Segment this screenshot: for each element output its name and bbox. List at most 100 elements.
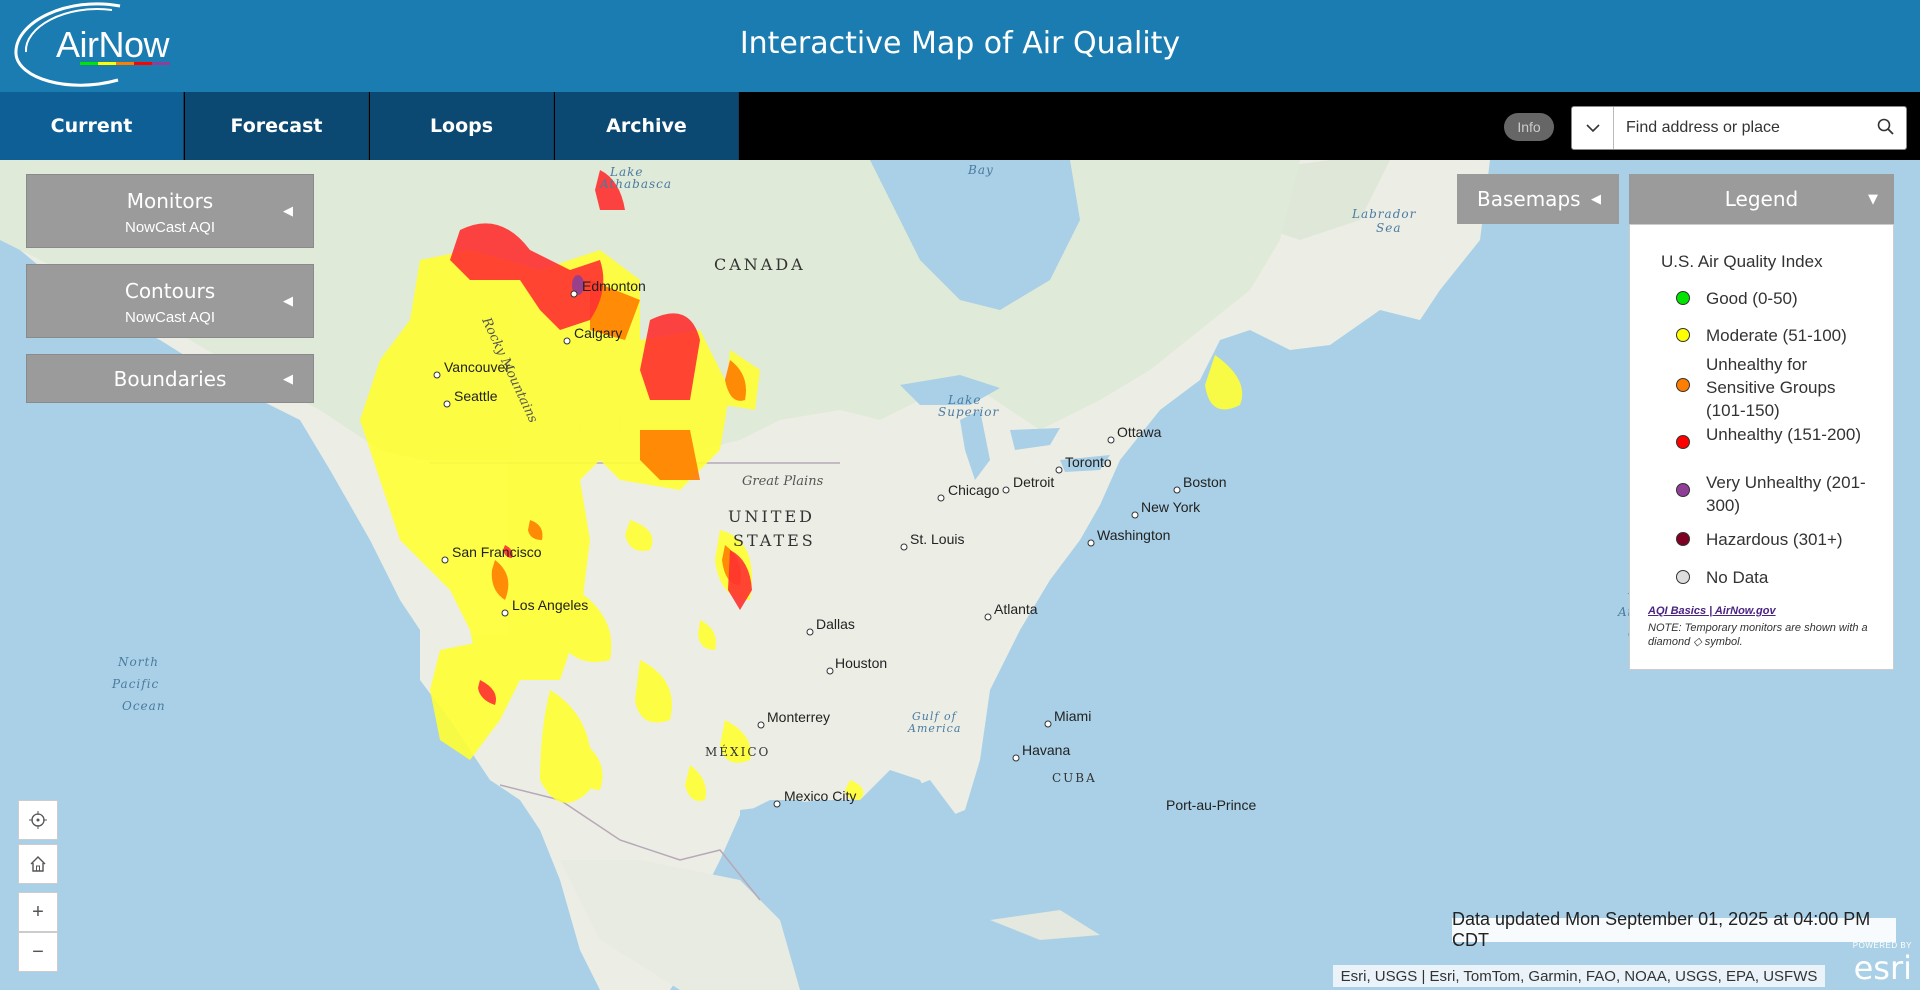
svg-text:Havana: Havana [1022, 742, 1070, 758]
svg-text:Atlanta: Atlanta [994, 601, 1038, 617]
legend-item-label: Unhealthy for Sensitive Groups (101-150) [1706, 355, 1836, 420]
legend-item-label: Hazardous (301+) [1706, 530, 1843, 549]
legend-panel: U.S. Air Quality Index Good (0-50) Moder… [1629, 224, 1894, 670]
svg-text:Bay: Bay [967, 163, 994, 177]
svg-text:Dallas: Dallas [816, 616, 855, 632]
svg-text:Miami: Miami [1054, 708, 1091, 724]
svg-text:Houston: Houston [835, 655, 887, 671]
aqi-swatch [1676, 291, 1690, 305]
caret-left-icon: ◀ [283, 203, 293, 218]
caret-left-icon: ◀ [283, 293, 293, 308]
search-input[interactable]: Find address or place [1626, 119, 1780, 137]
caret-left-icon: ◀ [283, 370, 293, 386]
svg-text:UNITED: UNITED [728, 507, 815, 526]
aqi-swatch [1676, 435, 1690, 449]
tab-loops[interactable]: Loops [370, 92, 554, 160]
legend-item-label: Unhealthy (151-200) [1706, 425, 1861, 444]
info-button[interactable]: Info [1504, 113, 1554, 141]
search-icon[interactable] [1876, 117, 1896, 142]
aqi-swatch [1676, 328, 1690, 342]
tab-forecast[interactable]: Forecast [185, 92, 369, 160]
svg-text:Chicago: Chicago [948, 482, 1000, 498]
legend-item: Moderate (51-100) [1676, 324, 1866, 347]
svg-text:Sea: Sea [1376, 221, 1401, 235]
svg-text:Calgary: Calgary [574, 325, 622, 341]
basemaps-button[interactable]: Basemaps ◀ [1457, 174, 1619, 224]
svg-text:Boston: Boston [1183, 474, 1227, 490]
esri-logo: POWERED BY esri [1836, 941, 1916, 987]
svg-text:Seattle: Seattle [454, 388, 498, 404]
zoom-in-button[interactable]: + [18, 892, 58, 932]
search-source-dropdown[interactable] [1572, 107, 1614, 149]
legend-item: Unhealthy (151-200) [1676, 423, 1866, 449]
svg-text:Port-au-Prince: Port-au-Prince [1166, 797, 1256, 813]
svg-text:America: America [907, 722, 961, 735]
basemaps-label: Basemaps [1477, 187, 1581, 211]
caret-down-icon: ▼ [1868, 191, 1878, 207]
svg-text:Labrador: Labrador [1351, 207, 1417, 221]
home-button[interactable] [18, 844, 58, 884]
contours-title: Contours [124, 279, 216, 303]
legend-title: U.S. Air Quality Index [1661, 252, 1823, 271]
svg-text:STATES: STATES [733, 531, 816, 550]
home-icon [30, 856, 46, 872]
legend-item-label: Moderate (51-100) [1706, 326, 1847, 345]
contours-subtitle: NowCast AQI [124, 309, 216, 326]
svg-text:New York: New York [1141, 499, 1201, 515]
tab-archive[interactable]: Archive [555, 92, 739, 160]
tab-current[interactable]: Current [0, 92, 184, 160]
svg-text:North: North [117, 655, 159, 669]
svg-text:Athabasca: Athabasca [599, 177, 672, 191]
aqi-swatch [1676, 378, 1690, 392]
svg-text:San Francisco: San Francisco [452, 544, 542, 560]
contours-panel[interactable]: Contours NowCast AQI ◀ [26, 264, 314, 338]
legend-item-label: Good (0-50) [1706, 289, 1798, 308]
svg-text:Edmonton: Edmonton [582, 278, 646, 294]
chevron-down-icon [1585, 124, 1600, 133]
boundaries-panel[interactable]: Boundaries ◀ [26, 354, 314, 403]
svg-text:Washington: Washington [1097, 527, 1170, 543]
locate-icon [29, 811, 47, 829]
legend-item: No Data [1676, 566, 1866, 589]
app-header: AirNow Interactive Map of Air Quality [0, 0, 1920, 92]
svg-text:Pacific: Pacific [111, 677, 159, 691]
legend-header[interactable]: Legend ▼ [1629, 174, 1894, 224]
svg-text:Monterrey: Monterrey [767, 709, 830, 725]
legend-item: Good (0-50) [1676, 287, 1866, 310]
svg-text:Detroit: Detroit [1013, 474, 1054, 490]
legend-item-label: Very Unhealthy (201-300) [1706, 473, 1866, 515]
svg-text:Superior: Superior [938, 405, 1000, 419]
svg-text:MÉXICO: MÉXICO [705, 744, 770, 759]
locate-button[interactable] [18, 800, 58, 840]
legend-item: Hazardous (301+) [1676, 528, 1866, 551]
boundaries-title: Boundaries [113, 367, 227, 391]
svg-text:CUBA: CUBA [1052, 771, 1097, 785]
page-title: Interactive Map of Air Quality [739, 26, 1181, 61]
aqi-swatch [1676, 570, 1690, 584]
legend-header-label: Legend [1724, 187, 1799, 211]
svg-text:Toronto: Toronto [1065, 454, 1112, 470]
svg-text:Los Angeles: Los Angeles [512, 597, 588, 613]
legend-item: Very Unhealthy (201-300) [1676, 471, 1866, 517]
data-updated-text: Data updated Mon September 01, 2025 at 0… [1452, 909, 1896, 950]
zoom-out-button[interactable]: − [18, 932, 58, 972]
legend-item-label: No Data [1706, 568, 1769, 587]
legend-item: Unhealthy for Sensitive Groups (101-150) [1676, 353, 1866, 422]
aqi-basics-link[interactable]: AQI Basics | AirNow.gov [1648, 605, 1776, 617]
aqi-swatch [1676, 483, 1690, 497]
monitors-subtitle: NowCast AQI [124, 219, 216, 236]
legend-note: NOTE: Temporary monitors are shown with … [1648, 622, 1868, 648]
svg-text:Mexico City: Mexico City [784, 788, 856, 804]
svg-text:CANADA: CANADA [714, 255, 806, 274]
monitors-title: Monitors [126, 189, 214, 213]
esri-name: esri [1853, 949, 1912, 987]
caret-left-icon: ◀ [1591, 191, 1601, 207]
svg-text:Ottawa: Ottawa [1117, 424, 1162, 440]
svg-text:Great Plains: Great Plains [742, 474, 824, 489]
monitors-panel[interactable]: Monitors NowCast AQI ◀ [26, 174, 314, 248]
search-box[interactable]: Find address or place [1571, 106, 1907, 150]
svg-text:Ocean: Ocean [122, 699, 166, 713]
map-attribution: Esri, USGS | Esri, TomTom, Garmin, FAO, … [1333, 965, 1825, 987]
svg-text:St. Louis: St. Louis [910, 531, 964, 547]
aqi-swatch [1676, 532, 1690, 546]
